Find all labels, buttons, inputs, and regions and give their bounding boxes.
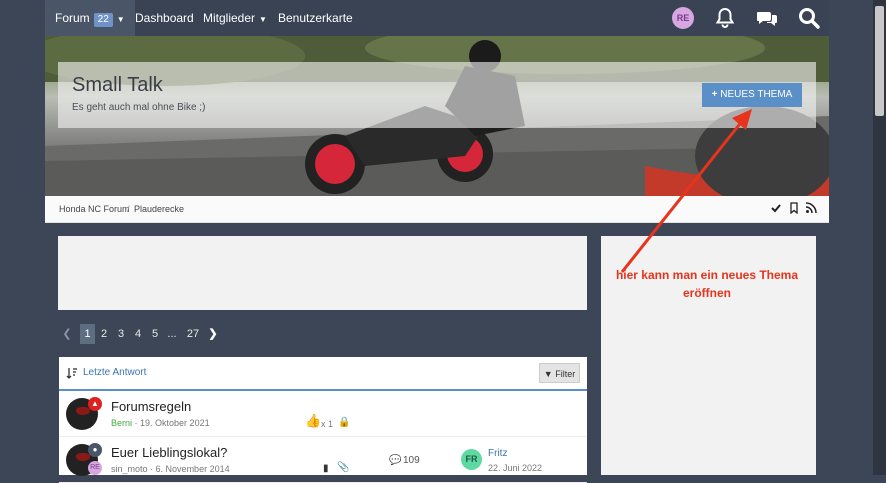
annotation-text: hier kann man ein neues Thema eröffnen bbox=[615, 268, 799, 300]
scrollbar-thumb[interactable] bbox=[875, 6, 884, 116]
annotation-arrow bbox=[620, 109, 752, 273]
